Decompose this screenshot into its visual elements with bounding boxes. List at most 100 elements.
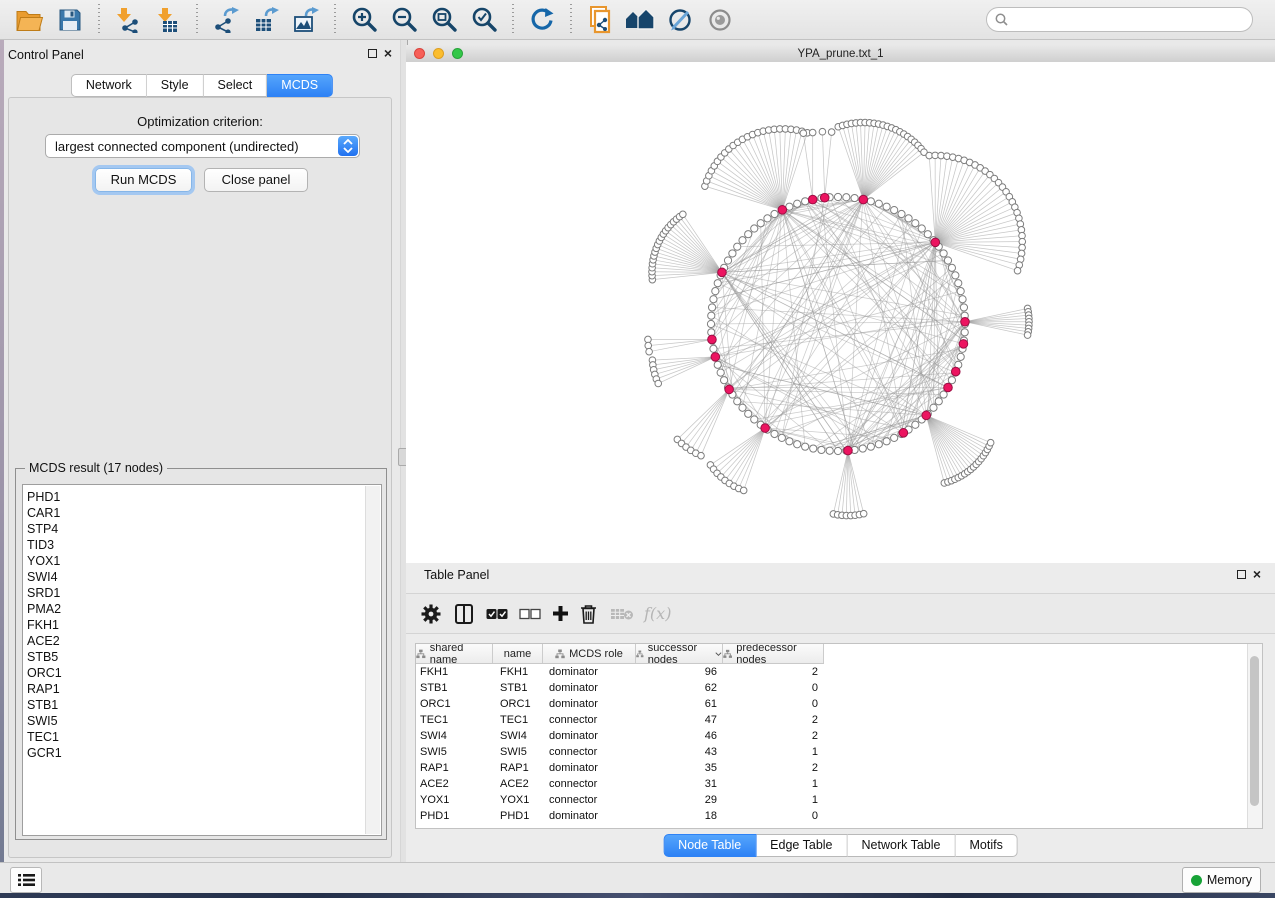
network-node (875, 441, 882, 448)
zoom-in-icon[interactable] (349, 5, 379, 35)
tab-node-table[interactable]: Node Table (663, 834, 756, 857)
mcds-result-item[interactable]: TID3 (27, 537, 363, 553)
deselect-all-icon[interactable] (519, 602, 541, 626)
run-mcds-button[interactable]: Run MCDS (95, 168, 192, 192)
mcds-result-item[interactable]: SWI4 (27, 569, 363, 585)
table-scrollbar-thumb[interactable] (1250, 656, 1259, 806)
mcds-result-item[interactable]: GCR1 (27, 745, 363, 761)
mcds-result-item[interactable]: PHD1 (27, 489, 363, 505)
delete-column-icon[interactable] (580, 602, 597, 626)
mcds-result-item[interactable]: SRD1 (27, 585, 363, 601)
network-hub-node[interactable] (922, 411, 931, 420)
close-panel-icon[interactable]: × (384, 48, 392, 58)
float-panel-icon[interactable] (1237, 570, 1246, 579)
import-network-icon[interactable] (113, 5, 143, 35)
eye-icon[interactable] (705, 5, 735, 35)
mcds-result-item[interactable]: YOX1 (27, 553, 363, 569)
network-hub-node[interactable] (931, 238, 940, 247)
table-cell: SWI5 (493, 746, 543, 758)
export-network-icon[interactable] (211, 5, 241, 35)
network-hub-node[interactable] (820, 193, 829, 202)
column-header-shared-name[interactable]: shared name (416, 644, 493, 663)
network-hub-node[interactable] (725, 385, 734, 394)
column-header-predecessor-nodes[interactable]: predecessor nodes (723, 644, 824, 663)
network-nodes[interactable] (645, 119, 1033, 519)
open-folder-icon[interactable] (15, 5, 45, 35)
table-row[interactable]: FKH1FKH1dominator962 (416, 664, 1262, 680)
search-input[interactable] (1013, 12, 1244, 28)
network-hub-node[interactable] (808, 195, 817, 204)
result-scrollbar[interactable] (365, 486, 380, 834)
table-cell: dominator (543, 762, 636, 774)
network-canvas[interactable] (406, 62, 1275, 563)
network-edge (713, 322, 965, 349)
zoom-selected-icon[interactable] (469, 5, 499, 35)
mcds-result-item[interactable]: FKH1 (27, 617, 363, 633)
memory-button[interactable]: Memory (1182, 867, 1261, 893)
hide-graphics-details-icon[interactable] (665, 5, 695, 35)
float-panel-icon[interactable] (368, 49, 377, 58)
network-hub-node[interactable] (711, 353, 720, 362)
table-row[interactable]: TEC1TEC1connector472 (416, 712, 1262, 728)
tab-style[interactable]: Style (147, 74, 204, 97)
task-history-button[interactable] (10, 867, 42, 893)
table-row[interactable]: PHD1PHD1dominator180 (416, 808, 1262, 824)
close-panel-button[interactable]: Close panel (204, 168, 308, 192)
mcds-result-item[interactable]: RAP1 (27, 681, 363, 697)
mcds-result-item[interactable]: CAR1 (27, 505, 363, 521)
select-all-icon[interactable] (486, 602, 508, 626)
tab-edge-table[interactable]: Edge Table (756, 834, 847, 857)
mcds-result-item[interactable]: STP4 (27, 521, 363, 537)
tab-mcds[interactable]: MCDS (267, 74, 333, 97)
network-hub-node[interactable] (951, 367, 960, 376)
table-row[interactable]: YOX1YOX1connector291 (416, 792, 1262, 808)
zoom-fit-icon[interactable] (429, 5, 459, 35)
mcds-result-item[interactable]: SWI5 (27, 713, 363, 729)
network-hub-node[interactable] (944, 383, 953, 392)
zoom-out-icon[interactable] (389, 5, 419, 35)
column-header-successor-nodes[interactable]: successor nodes (636, 644, 723, 663)
import-table-icon[interactable] (153, 5, 183, 35)
network-hub-node[interactable] (899, 429, 908, 438)
mcds-result-item[interactable]: STB5 (27, 649, 363, 665)
network-hub-node[interactable] (708, 335, 717, 344)
mcds-result-item[interactable]: ACE2 (27, 633, 363, 649)
table-row[interactable]: SWI4SWI4dominator462 (416, 728, 1262, 744)
network-hub-node[interactable] (778, 206, 787, 215)
table-settings-gear-icon[interactable] (421, 602, 441, 626)
network-hub-node[interactable] (961, 317, 970, 326)
table-scrollbar[interactable] (1247, 644, 1262, 828)
mcds-result-item[interactable]: TEC1 (27, 729, 363, 745)
column-header-name[interactable]: name (493, 644, 543, 663)
show-columns-icon[interactable] (455, 602, 473, 626)
table-row[interactable]: ACE2ACE2connector311 (416, 776, 1262, 792)
save-icon[interactable] (55, 5, 85, 35)
export-image-icon[interactable] (291, 5, 321, 35)
refresh-icon[interactable] (527, 5, 557, 35)
criterion-select[interactable]: largest connected component (undirected) (45, 134, 360, 158)
network-hub-node[interactable] (718, 268, 727, 277)
network-hub-node[interactable] (959, 340, 968, 349)
column-header-mcds-role[interactable]: MCDS role (543, 644, 636, 663)
table-row[interactable]: ORC1ORC1dominator610 (416, 696, 1262, 712)
close-panel-icon[interactable]: × (1253, 569, 1261, 579)
home-icon[interactable] (625, 5, 655, 35)
tab-motifs[interactable]: Motifs (955, 834, 1017, 857)
table-row[interactable]: RAP1RAP1dominator352 (416, 760, 1262, 776)
tab-select[interactable]: Select (204, 74, 268, 97)
network-window-titlebar[interactable]: YPA_prune.txt_1 (406, 45, 1275, 63)
network-hub-node[interactable] (859, 195, 868, 204)
table-cell: RAP1 (493, 762, 543, 774)
tab-network-table[interactable]: Network Table (848, 834, 956, 857)
table-row[interactable]: SWI5SWI5connector431 (416, 744, 1262, 760)
add-column-icon[interactable] (552, 602, 569, 626)
mcds-result-item[interactable]: PMA2 (27, 601, 363, 617)
tab-network[interactable]: Network (71, 74, 147, 97)
clone-network-icon[interactable] (585, 5, 615, 35)
table-row[interactable]: STB1STB1dominator620 (416, 680, 1262, 696)
network-hub-node[interactable] (761, 424, 770, 433)
mcds-result-item[interactable]: STB1 (27, 697, 363, 713)
mcds-result-item[interactable]: ORC1 (27, 665, 363, 681)
network-hub-node[interactable] (844, 446, 853, 455)
export-table-icon[interactable] (251, 5, 281, 35)
